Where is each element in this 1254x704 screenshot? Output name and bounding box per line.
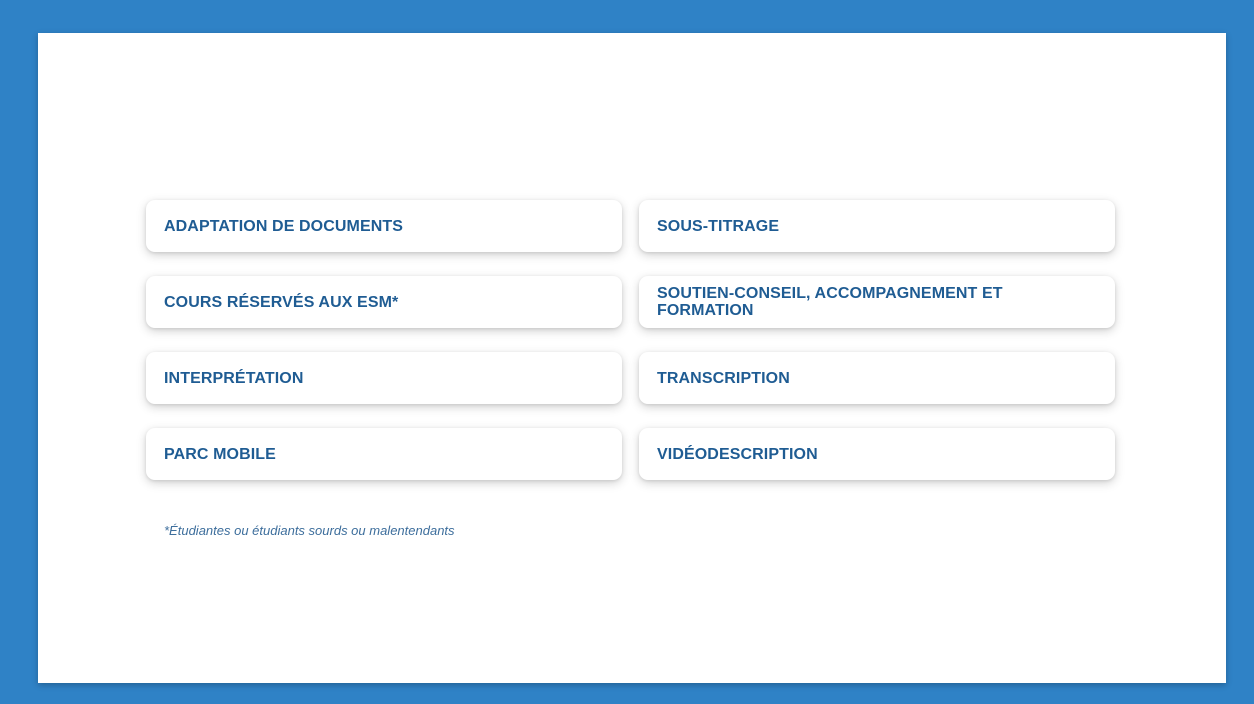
content-panel: ADAPTATION DE DOCUMENTS SOUS-TITRAGE COU… [38, 33, 1226, 683]
service-label: TRANSCRIPTION [657, 369, 790, 387]
service-label: VIDÉODESCRIPTION [657, 445, 818, 463]
service-label: INTERPRÉTATION [164, 369, 304, 387]
service-label: PARC MOBILE [164, 445, 276, 463]
services-grid: ADAPTATION DE DOCUMENTS SOUS-TITRAGE COU… [146, 200, 1116, 480]
service-label: ADAPTATION DE DOCUMENTS [164, 217, 404, 235]
service-label: SOUS-TITRAGE [657, 217, 780, 235]
service-label: SOUTIEN-CONSEIL, ACCOMPAGNEMENT ET FORMA… [657, 285, 1003, 319]
service-card-cours-reserves-esm[interactable]: COURS RÉSERVÉS AUX ESM* [146, 276, 622, 328]
service-card-parc-mobile[interactable]: PARC MOBILE [146, 428, 622, 480]
service-label: COURS RÉSERVÉS AUX ESM* [164, 293, 399, 311]
service-card-transcription[interactable]: TRANSCRIPTION [639, 352, 1115, 404]
service-card-adaptation-documents[interactable]: ADAPTATION DE DOCUMENTS [146, 200, 622, 252]
service-card-interpretation[interactable]: INTERPRÉTATION [146, 352, 622, 404]
footnote: *Étudiantes ou étudiants sourds ou malen… [164, 523, 455, 538]
service-card-sous-titrage[interactable]: SOUS-TITRAGE [639, 200, 1115, 252]
service-card-soutien-conseil[interactable]: SOUTIEN-CONSEIL, ACCOMPAGNEMENT ET FORMA… [639, 276, 1115, 328]
service-card-videodescription[interactable]: VIDÉODESCRIPTION [639, 428, 1115, 480]
